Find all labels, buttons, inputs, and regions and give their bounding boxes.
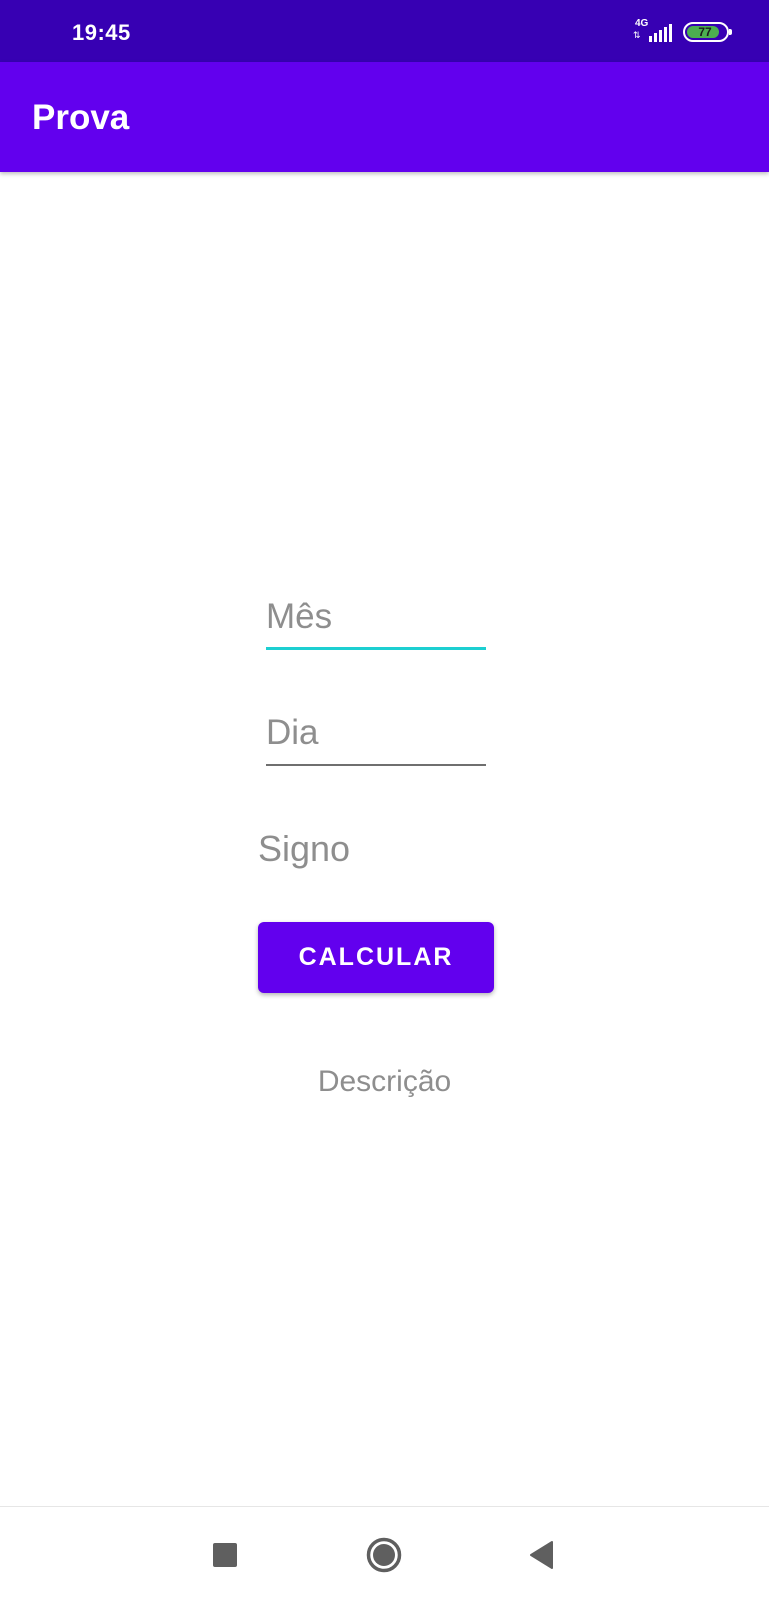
app-bar: Prova [0, 62, 769, 172]
signal-icon: 4G ⇅ [631, 18, 675, 46]
screen: 19:45 4G ⇅ 77 Prova Mês Dia Signo CALCUL… [0, 0, 769, 1600]
square-icon [213, 1543, 237, 1567]
circle-icon [366, 1537, 402, 1573]
navigation-bar [0, 1506, 769, 1600]
recent-apps-button[interactable] [205, 1535, 245, 1575]
triangle-back-icon [530, 1541, 553, 1569]
battery-tip [729, 29, 732, 35]
status-time: 19:45 [72, 20, 131, 45]
status-icons: 4G ⇅ 77 [631, 18, 732, 46]
status-bar: 19:45 4G ⇅ 77 [0, 0, 769, 62]
sign-label: Signo [258, 828, 351, 869]
data-arrows-icon: ⇅ [633, 30, 641, 40]
day-input[interactable] [266, 706, 486, 764]
battery-level: 77 [698, 25, 712, 39]
home-button[interactable] [364, 1535, 404, 1575]
month-field[interactable] [266, 590, 486, 650]
description-label: Descrição [317, 1065, 452, 1098]
month-input[interactable] [266, 590, 486, 647]
calculate-button[interactable]: CALCULAR [258, 922, 494, 993]
app-title: Prova [32, 98, 130, 137]
signal-bars-icon [649, 24, 672, 42]
day-field[interactable] [266, 706, 486, 766]
back-button[interactable] [522, 1535, 562, 1575]
battery-icon: 77 [683, 22, 732, 42]
